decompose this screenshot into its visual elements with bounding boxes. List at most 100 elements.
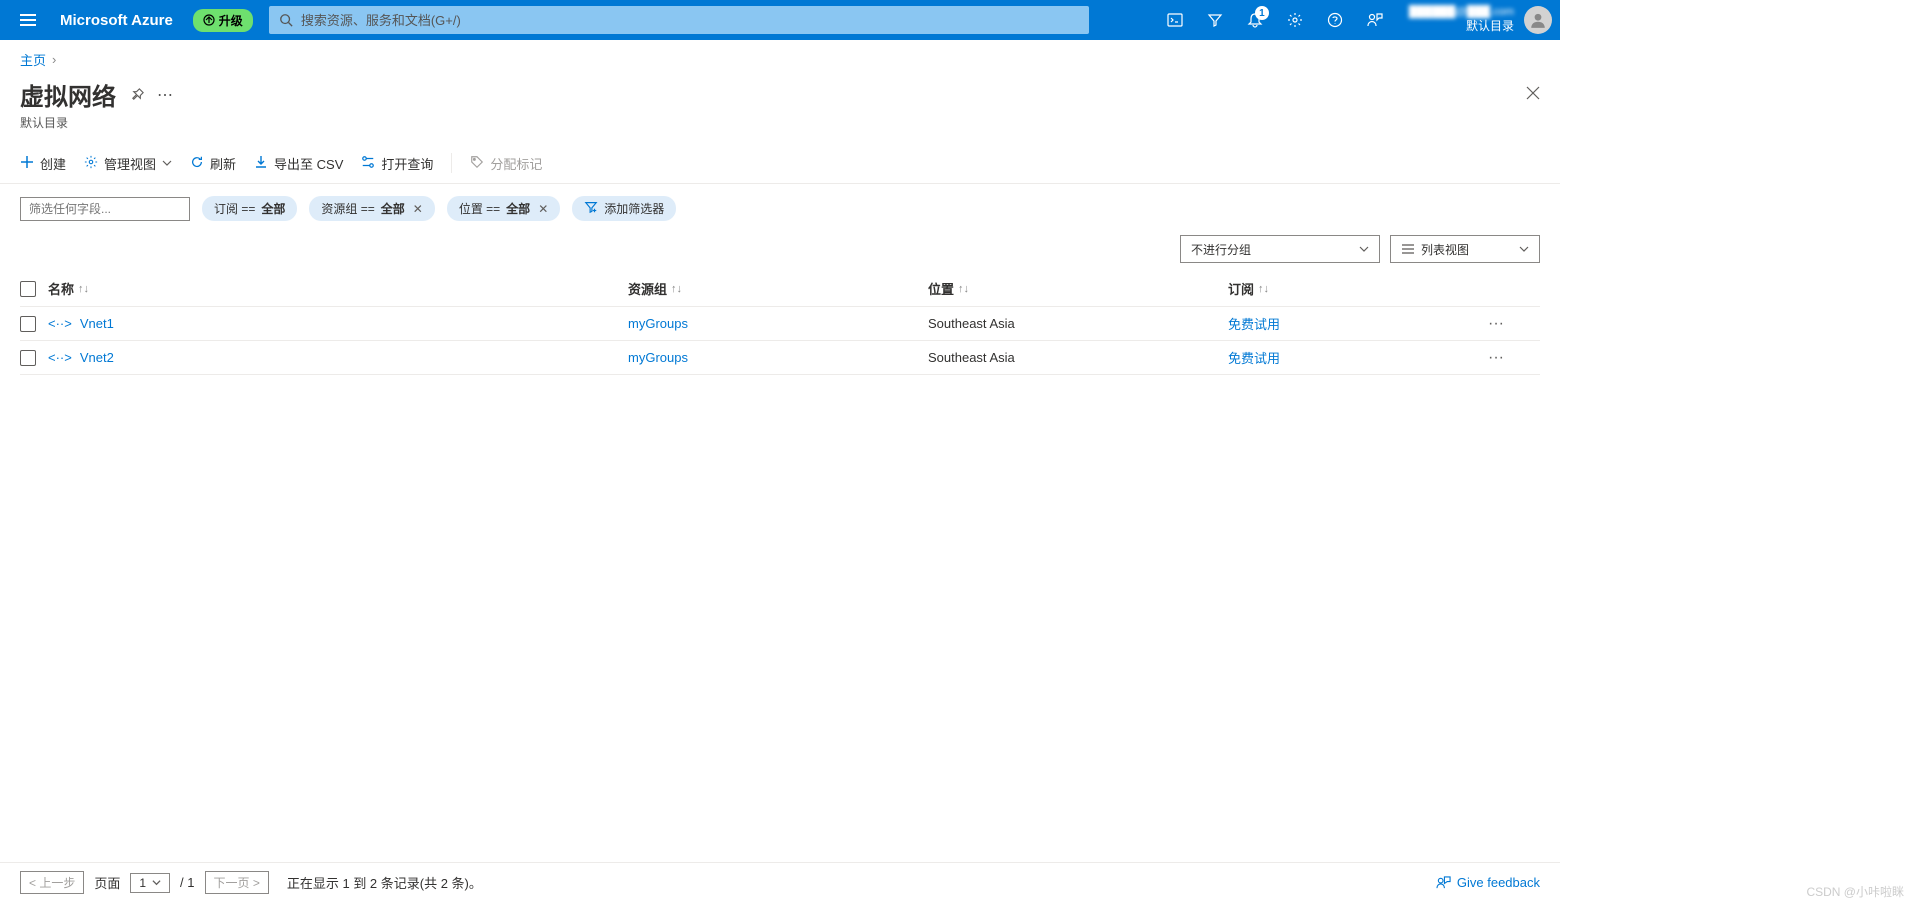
refresh-icon [190,155,204,172]
page-title: 虚拟网络 [20,77,116,112]
assign-tags-button: 分配标记 [470,154,542,173]
feedback-button[interactable] [1357,0,1393,40]
location-cell: Southeast Asia [928,350,1228,365]
remove-filter[interactable]: ✕ [538,202,548,216]
view-mode-select[interactable]: 列表视图 [1390,235,1540,263]
view-row: 不进行分组 列表视图 [0,231,1560,271]
top-header: Microsoft Azure 升级 1 ██████@███.com 默认目录 [0,0,1560,40]
page-select[interactable]: 1 [130,873,170,893]
feedback-link[interactable]: Give feedback [1436,875,1540,890]
col-location[interactable]: 位置↑↓ [928,279,1228,298]
open-query-button[interactable]: 打开查询 [361,154,433,173]
table-row[interactable]: <··>Vnet2 myGroups Southeast Asia 免费试用 ·… [20,341,1540,375]
add-filter-icon [584,200,598,217]
prev-page-button[interactable]: < 上一步 [20,871,84,894]
row-checkbox[interactable] [20,316,36,332]
sort-icon: ↑↓ [958,283,969,295]
next-page-button[interactable]: 下一页 > [205,871,269,894]
col-name[interactable]: 名称↑↓ [48,279,628,298]
brand-label[interactable]: Microsoft Azure [60,12,173,29]
feedback-icon [1436,875,1451,890]
upgrade-label: 升级 [219,12,243,29]
upgrade-button[interactable]: 升级 [193,9,253,32]
list-icon [1401,242,1415,256]
gear-icon [84,155,98,172]
chevron-right-icon: › [52,52,56,67]
chevron-down-icon [152,878,161,887]
toolbar: 创建 管理视图 刷新 导出至 CSV 打开查询 分配标记 [0,145,1560,184]
filter-row: 订阅 == 全部 资源组 == 全部✕ 位置 == 全部✕ 添加筛选器 [0,184,1560,231]
rg-link[interactable]: myGroups [628,316,688,331]
user-directory: 默认目录 [1466,19,1514,35]
directories-button[interactable] [1197,0,1233,40]
chevron-down-icon [1359,244,1369,254]
user-area[interactable]: ██████@███.com 默认目录 [1409,5,1514,35]
row-more-menu[interactable]: ··· [1468,315,1508,333]
add-filter-button[interactable]: 添加筛选器 [572,196,676,221]
sort-icon: ↑↓ [1258,283,1269,295]
pagination-footer: < 上一步 页面 1 / 1 下一页 > 正在显示 1 到 2 条记录(共 2 … [0,862,1560,902]
col-subscription[interactable]: 订阅↑↓ [1228,279,1468,298]
location-cell: Southeast Asia [928,316,1228,331]
sort-icon: ↑↓ [671,283,682,295]
more-menu[interactable]: ⋯ [157,85,173,105]
title-actions: ⋯ [130,85,173,105]
query-icon [361,155,375,172]
filter-location[interactable]: 位置 == 全部✕ [447,196,560,221]
avatar-icon [1529,11,1547,29]
resource-name-link[interactable]: Vnet2 [80,350,114,365]
help-button[interactable] [1317,0,1353,40]
download-icon [254,155,268,172]
watermark: CSDN @小咔啦眯 [1806,883,1904,900]
chevron-down-icon [1519,244,1529,254]
notifications-button[interactable]: 1 [1237,0,1273,40]
close-icon [1526,86,1540,100]
group-by-select[interactable]: 不进行分组 [1180,235,1380,263]
manage-view-button[interactable]: 管理视图 [84,154,172,173]
page-label: 页面 [94,873,120,892]
help-icon [1327,12,1343,28]
search-input[interactable] [301,13,1079,28]
table-row[interactable]: <··>Vnet1 myGroups Southeast Asia 免费试用 ·… [20,307,1540,341]
cloud-shell-icon [1167,12,1183,28]
row-more-menu[interactable]: ··· [1468,349,1508,367]
filter-resource-group[interactable]: 资源组 == 全部✕ [309,196,434,221]
filter-subscription[interactable]: 订阅 == 全部 [202,196,297,221]
title-row: 虚拟网络 ⋯ [0,73,1560,114]
hamburger-icon [20,12,36,28]
remove-filter[interactable]: ✕ [413,202,423,216]
avatar[interactable] [1524,6,1552,34]
select-all-checkbox[interactable] [20,281,36,297]
toolbar-separator [451,153,452,173]
pagination-status: 正在显示 1 到 2 条记录(共 2 条)。 [287,873,482,892]
page-subtitle: 默认目录 [0,114,1560,145]
filter-input[interactable] [20,197,190,221]
tag-icon [470,155,484,172]
total-pages: / 1 [180,875,194,890]
sort-icon: ↑↓ [78,283,89,295]
hamburger-menu[interactable] [8,0,48,40]
create-button[interactable]: 创建 [20,154,66,173]
rg-link[interactable]: myGroups [628,350,688,365]
search-box[interactable] [269,6,1089,34]
pin-icon[interactable] [130,87,145,102]
resource-name-link[interactable]: Vnet1 [80,316,114,331]
row-checkbox[interactable] [20,350,36,366]
cloud-shell-button[interactable] [1157,0,1193,40]
subscription-link[interactable]: 免费试用 [1228,317,1280,332]
resource-table: 名称↑↓ 资源组↑↓ 位置↑↓ 订阅↑↓ <··>Vnet1 myGroups … [0,271,1560,375]
header-icons: 1 ██████@███.com 默认目录 [1157,0,1552,40]
search-icon [279,13,293,27]
notification-badge: 1 [1255,6,1269,20]
breadcrumb-home[interactable]: 主页 [20,50,46,69]
col-resource-group[interactable]: 资源组↑↓ [628,279,928,298]
plus-icon [20,155,34,172]
gear-icon [1287,12,1303,28]
chevron-down-icon [162,158,172,168]
close-button[interactable] [1526,86,1540,103]
person-feedback-icon [1367,12,1383,28]
refresh-button[interactable]: 刷新 [190,154,236,173]
export-csv-button[interactable]: 导出至 CSV [254,154,343,173]
settings-button[interactable] [1277,0,1313,40]
subscription-link[interactable]: 免费试用 [1228,351,1280,366]
